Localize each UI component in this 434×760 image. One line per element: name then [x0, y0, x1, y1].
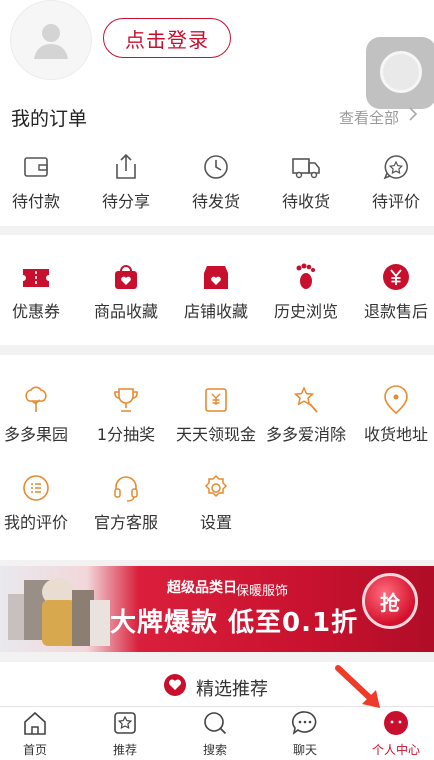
fav-item-store-favorites[interactable]: 店铺收藏	[180, 262, 252, 322]
order-item-pending-receive[interactable]: 待收货	[270, 152, 342, 212]
service-item-label: 多多果园	[3, 425, 68, 444]
order-item-pending-payment[interactable]: 待付款	[0, 152, 72, 212]
heart-icon	[164, 674, 186, 696]
search-icon	[204, 712, 227, 735]
banner-headline: 大牌爆款 低至0.1折	[110, 608, 359, 638]
fav-item-product-favorites[interactable]: 商品收藏	[90, 262, 162, 322]
nav-label: 个人中心	[371, 743, 420, 757]
service-item-orchard[interactable]: 多多果园	[0, 385, 72, 445]
service-item-lottery[interactable]: 1分抽奖	[90, 385, 162, 445]
order-item-label: 待分享	[101, 192, 150, 211]
pointer-arrow-icon	[335, 665, 380, 708]
fav-item-label: 退款售后	[363, 302, 428, 321]
cash-envelope-icon	[205, 388, 227, 412]
nav-home[interactable]: 首页	[0, 710, 70, 758]
service-item-label: 多多爱消除	[265, 425, 346, 444]
coupon-icon	[23, 269, 49, 287]
nav-label: 推荐	[112, 743, 137, 757]
order-item-label: 待评价	[371, 192, 420, 211]
footprint-icon	[296, 263, 315, 289]
service-item-customer-service[interactable]: 官方客服	[90, 473, 162, 533]
service-item-label: 官方客服	[93, 513, 158, 532]
bag-heart-icon	[115, 265, 137, 289]
orders-title: 我的订单	[11, 108, 88, 130]
service-item-label: 收货地址	[363, 425, 428, 444]
service-item-address[interactable]: 收货地址	[352, 385, 434, 445]
nav-label: 聊天	[292, 743, 317, 757]
tree-icon	[25, 386, 47, 412]
view-all-orders-link[interactable]: 查看全部	[339, 107, 399, 128]
fav-item-coupons[interactable]: 优惠券	[0, 262, 72, 322]
nav-recommend[interactable]: 推荐	[90, 710, 160, 758]
order-item-pending-share[interactable]: 待分享	[90, 152, 162, 212]
fav-item-label: 店铺收藏	[183, 302, 248, 321]
service-item-match-game[interactable]: 多多爱消除	[262, 385, 350, 445]
banner-logo: 超级品类日	[167, 580, 237, 596]
location-icon	[384, 385, 408, 415]
fav-item-label: 优惠券	[11, 302, 60, 321]
fav-item-history[interactable]: 历史浏览	[270, 262, 342, 322]
share-icon	[116, 153, 136, 179]
login-button[interactable]: 点击登录	[103, 18, 231, 58]
home-icon	[24, 711, 46, 735]
order-item-pending-review[interactable]: 待评价	[360, 152, 432, 212]
recommend-icon	[114, 712, 136, 734]
trophy-icon	[114, 388, 138, 412]
magic-star-icon	[293, 386, 318, 413]
comment-icon	[23, 475, 49, 501]
service-item-settings[interactable]: 设置	[180, 473, 252, 533]
chat-icon	[291, 711, 317, 735]
store-heart-icon	[204, 266, 228, 289]
truck-icon	[292, 158, 320, 179]
headset-icon	[114, 476, 138, 502]
clock-icon	[204, 155, 228, 179]
recommend-label: 精选推荐	[196, 679, 268, 700]
nav-chat[interactable]: 聊天	[270, 710, 340, 758]
order-item-pending-ship[interactable]: 待发货	[180, 152, 252, 212]
nav-search[interactable]: 搜索	[180, 710, 250, 758]
order-item-label: 待付款	[11, 192, 60, 211]
nav-profile[interactable]: 个人中心	[361, 710, 431, 758]
assistive-touch-button[interactable]	[366, 37, 434, 109]
grab-button[interactable]: 抢	[362, 573, 418, 629]
wallet-icon	[24, 157, 48, 177]
chevron-right-icon	[408, 106, 418, 126]
order-item-label: 待收货	[281, 192, 330, 211]
user-placeholder-icon	[34, 24, 68, 59]
service-item-label: 设置	[199, 513, 232, 532]
service-item-my-reviews[interactable]: 我的评价	[0, 473, 72, 533]
settings-icon	[204, 474, 228, 498]
avatar[interactable]	[10, 0, 92, 80]
fav-item-label: 商品收藏	[93, 302, 158, 321]
yuan-icon	[383, 264, 409, 290]
star-bubble-icon	[383, 155, 408, 180]
fav-item-label: 历史浏览	[273, 302, 338, 321]
service-item-label: 1分抽奖	[96, 425, 156, 444]
service-item-daily-cash[interactable]: 天天领现金	[172, 385, 260, 445]
fav-item-refund[interactable]: 退款售后	[360, 262, 432, 322]
order-item-label: 待发货	[191, 192, 240, 211]
nav-label: 首页	[22, 743, 47, 757]
service-item-label: 我的评价	[3, 513, 68, 532]
nav-label: 搜索	[202, 743, 227, 757]
service-item-label: 天天领现金	[175, 425, 256, 444]
banner-tag: 保暖服饰	[236, 584, 289, 599]
